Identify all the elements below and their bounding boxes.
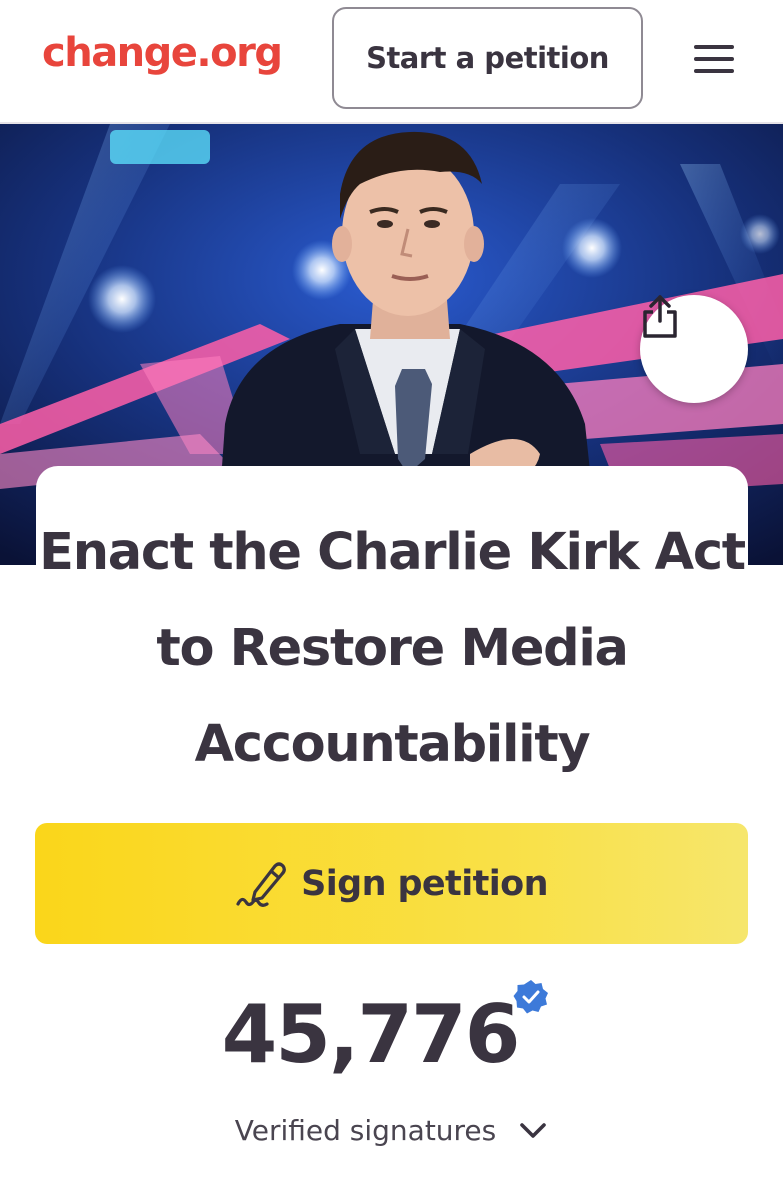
signature-count: 45,776: [221, 988, 521, 1081]
verified-signatures-toggle[interactable]: Verified signatures: [0, 1110, 783, 1150]
share-icon: [643, 295, 677, 338]
change-org-logo[interactable]: change.org: [42, 30, 283, 76]
hamburger-menu-icon[interactable]: [686, 36, 742, 82]
share-button[interactable]: [640, 295, 748, 403]
top-header: change.org Start a petition: [0, 0, 783, 124]
pen-signature-icon: [236, 861, 286, 907]
sign-petition-label: Sign petition: [301, 863, 548, 904]
chevron-down-icon: [520, 1123, 547, 1138]
verified-badge-icon: [513, 980, 548, 1014]
petition-title: Enact the Charlie Kirk Act to Restore Me…: [39, 523, 746, 774]
start-petition-button[interactable]: Start a petition: [332, 7, 643, 109]
verified-signatures-label: Verified signatures: [234, 1113, 497, 1147]
sign-petition-button[interactable]: Sign petition: [35, 823, 748, 944]
